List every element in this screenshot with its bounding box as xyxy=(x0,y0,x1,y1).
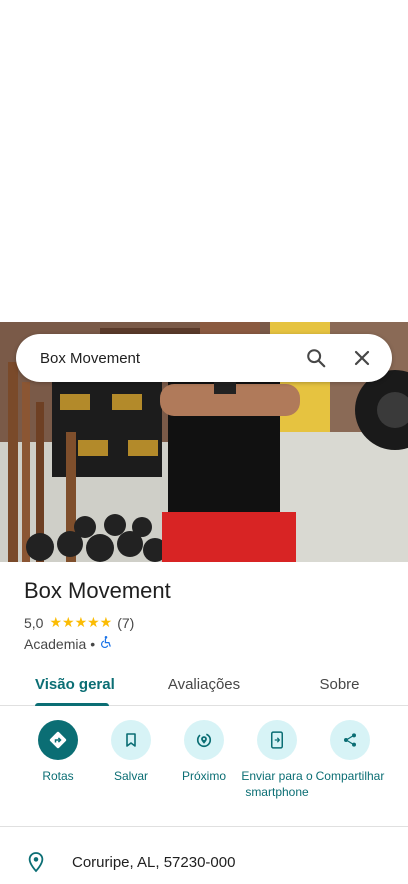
send-to-phone-label: Enviar para o smartphone xyxy=(241,769,313,799)
directions-button[interactable]: Rotas xyxy=(19,720,97,784)
tab-about[interactable]: Sobre xyxy=(271,664,408,705)
send-to-phone-icon xyxy=(257,720,297,760)
share-icon xyxy=(330,720,370,760)
review-count[interactable]: (7) xyxy=(117,615,134,631)
tab-overview[interactable]: Visão geral xyxy=(0,664,137,706)
action-buttons: Rotas Salvar Próximo Enviar para o smart… xyxy=(0,716,408,826)
share-label: Compartilhar xyxy=(315,769,385,783)
send-to-phone-button[interactable]: Enviar para o smartphone xyxy=(238,720,316,800)
section-divider xyxy=(0,826,408,827)
save-label: Salvar xyxy=(113,769,148,783)
rating-stars: ★★★★★ xyxy=(49,614,113,630)
blank-map-area xyxy=(0,0,408,322)
address-row[interactable]: Coruripe, AL, 57230-000 xyxy=(0,840,408,884)
location-pin-icon xyxy=(0,851,72,873)
nearby-icon xyxy=(184,720,224,760)
wheelchair-accessible-icon xyxy=(99,635,113,652)
category-row: Academia • xyxy=(24,635,113,652)
rating-value: 5,0 xyxy=(24,614,44,631)
place-title: Box Movement xyxy=(24,578,171,603)
tab-reviews[interactable]: Avaliações xyxy=(137,664,271,705)
separator-dot: • xyxy=(90,635,96,652)
directions-label: Rotas xyxy=(42,769,74,783)
search-query-text[interactable]: Box Movement xyxy=(40,350,296,367)
bookmark-icon xyxy=(111,720,151,760)
search-icon[interactable] xyxy=(296,338,336,378)
rating-row[interactable]: 5,0 ★★★★★ (7) xyxy=(24,614,134,631)
save-button[interactable]: Salvar xyxy=(92,720,170,784)
address-text: Coruripe, AL, 57230-000 xyxy=(72,853,236,871)
directions-icon xyxy=(38,720,78,760)
share-button[interactable]: Compartilhar xyxy=(311,720,389,784)
nearby-label: Próximo xyxy=(181,769,226,783)
close-icon[interactable] xyxy=(342,338,382,378)
nearby-button[interactable]: Próximo xyxy=(165,720,243,784)
place-tabs: Visão geral Avaliações Sobre xyxy=(0,664,408,706)
search-bar[interactable]: Box Movement xyxy=(16,334,392,382)
category-label: Academia xyxy=(24,635,87,652)
